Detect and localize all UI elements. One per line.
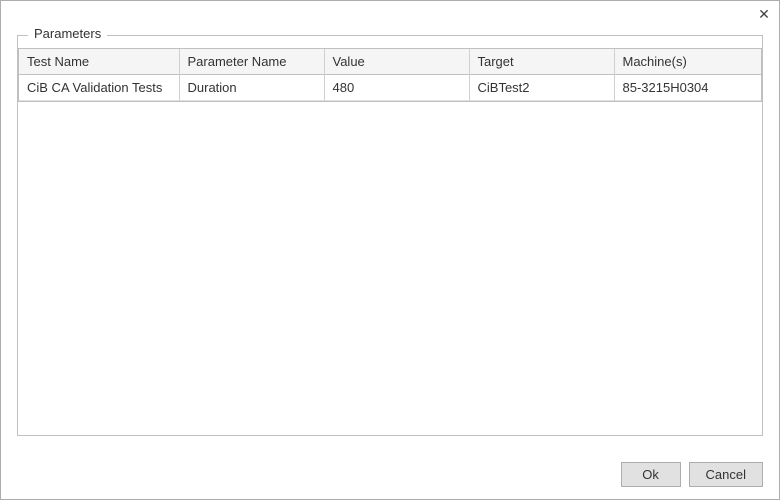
col-header-param-name: Parameter Name <box>179 49 324 75</box>
col-header-value: Value <box>324 49 469 75</box>
cell-param_name: Duration <box>179 75 324 101</box>
parameters-table: Test Name Parameter Name Value Target Ma… <box>19 49 761 101</box>
cell-machines: 85-3215H0304 <box>614 75 761 101</box>
parameters-group: Parameters Test Name Parameter Name Valu… <box>17 35 763 436</box>
title-bar: ✕ <box>1 1 779 27</box>
col-header-test-name: Test Name <box>19 49 179 75</box>
close-button[interactable]: ✕ <box>755 5 773 23</box>
col-header-machines: Machine(s) <box>614 49 761 75</box>
col-header-target: Target <box>469 49 614 75</box>
dialog-body: Parameters Test Name Parameter Name Valu… <box>1 27 779 462</box>
main-dialog: ✕ Parameters Test Name Parameter Name Va… <box>0 0 780 500</box>
table-row: CiB CA Validation TestsDuration480CiBTes… <box>19 75 761 101</box>
table-container: Test Name Parameter Name Value Target Ma… <box>18 48 762 435</box>
cell-value: 480 <box>324 75 469 101</box>
group-label: Parameters <box>28 26 107 41</box>
cancel-button[interactable]: Cancel <box>689 462 763 487</box>
table-border: Test Name Parameter Name Value Target Ma… <box>18 48 762 102</box>
dialog-footer: Ok Cancel <box>1 462 779 499</box>
cell-target: CiBTest2 <box>469 75 614 101</box>
ok-button[interactable]: Ok <box>621 462 681 487</box>
table-header-row: Test Name Parameter Name Value Target Ma… <box>19 49 761 75</box>
cell-test_name: CiB CA Validation Tests <box>19 75 179 101</box>
